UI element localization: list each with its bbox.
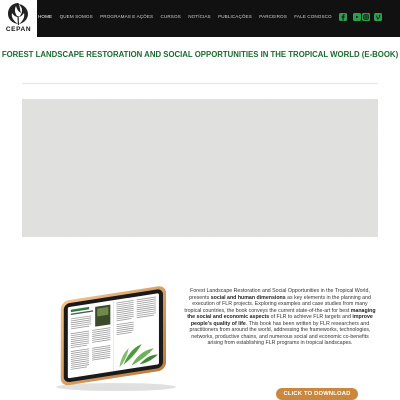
nav-item-programas[interactable]: PROGRAMAS E AÇÕES — [100, 14, 153, 19]
nav-item-publicacoes[interactable]: PUBLICAÇÕES — [218, 14, 252, 19]
nav-item-home[interactable]: HOME — [38, 14, 52, 19]
cepan-logo[interactable]: CEPAN — [0, 0, 37, 37]
nav-item-quem-somos[interactable]: QUEM SOMOS — [60, 14, 93, 19]
logo-text: CEPAN — [5, 26, 32, 33]
main-nav: HOME QUEM SOMOS PROGRAMAS E AÇÕES CURSOS… — [38, 14, 339, 19]
tree-logo-icon — [8, 3, 28, 26]
ebook-description: Forest Landscape Restoration and Social … — [184, 288, 376, 347]
nav-item-fale-conosco[interactable]: FALE CONOSCO — [294, 14, 331, 19]
instagram-icon[interactable] — [362, 13, 370, 21]
top-navigation-bar: CEPAN HOME QUEM SOMOS PROGRAMAS E AÇÕES … — [0, 0, 400, 37]
description-text: of FLR to achieve FLR targets and — [269, 314, 353, 320]
vimeo-icon[interactable] — [374, 13, 382, 21]
page-title: FOREST LANDSCAPE RESTORATION AND SOCIAL … — [1, 50, 399, 59]
title-divider — [22, 83, 378, 84]
ebook-tablet-image — [44, 280, 184, 397]
nav-item-cursos[interactable]: CURSOS — [161, 14, 181, 19]
nav-item-noticias[interactable]: NOTÍCIAS — [188, 14, 211, 19]
nav-item-parceiros[interactable]: PARCEIROS — [259, 14, 287, 19]
hero-texture-image — [22, 99, 378, 237]
description-emphasis: social and human dimensions — [210, 294, 286, 301]
facebook-icon[interactable] — [339, 13, 347, 21]
youtube-icon[interactable] — [353, 13, 361, 21]
download-button[interactable]: CLICK TO DOWNLOAD — [276, 388, 358, 400]
